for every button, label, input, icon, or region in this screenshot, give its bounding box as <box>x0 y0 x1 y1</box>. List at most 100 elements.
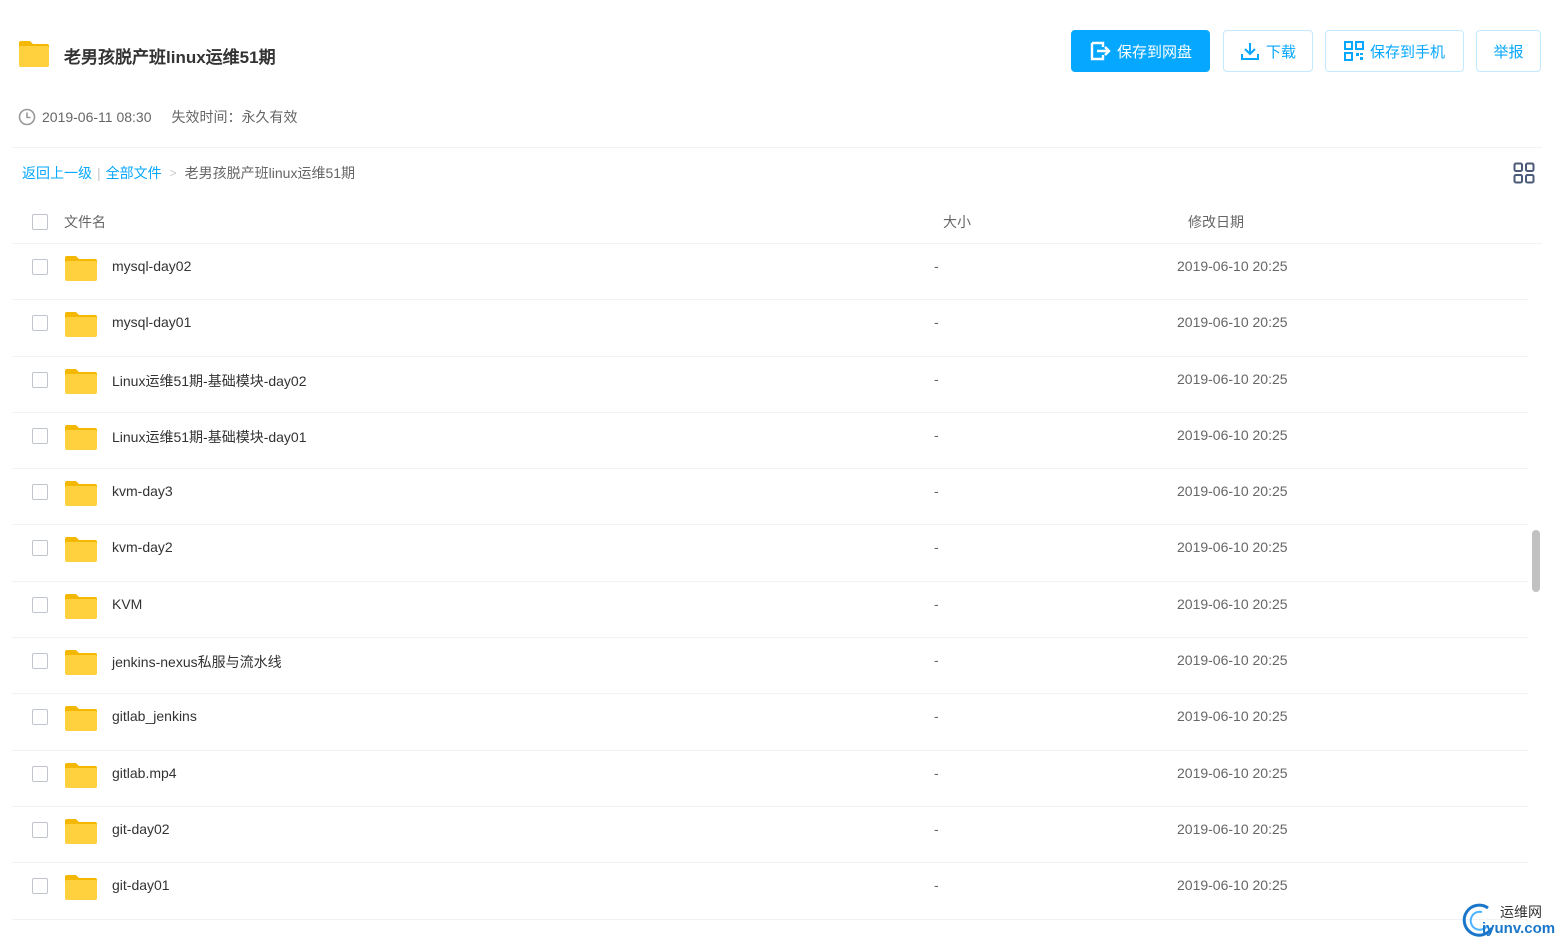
qr-code-icon <box>1343 41 1364 61</box>
breadcrumb: 返回上一级 | 全部文件 > 老男孩脱产班linux运维51期 <box>22 164 355 182</box>
row-checkbox[interactable] <box>32 540 48 557</box>
file-size: - <box>934 539 939 556</box>
file-size: - <box>934 595 939 612</box>
file-name[interactable]: gitlab.mp4 <box>112 765 177 781</box>
file-row[interactable]: Linux运维51期-基础模块-day02 - 2019-06-10 20:25 <box>12 357 1528 413</box>
file-date: 2019-06-10 20:25 <box>1177 539 1288 556</box>
scrollbar-thumb[interactable] <box>1532 530 1540 592</box>
file-date: 2019-06-10 20:25 <box>1177 877 1288 894</box>
file-size: - <box>934 877 939 894</box>
report-button[interactable]: 举报 <box>1476 30 1541 72</box>
file-name[interactable]: gitlab_jenkins <box>112 708 197 724</box>
expire-info: 失效时间：永久有效 <box>171 109 298 125</box>
file-date: 2019-06-10 20:25 <box>1177 483 1288 500</box>
file-date: 2019-06-10 20:25 <box>1177 764 1288 781</box>
file-row[interactable]: KVM - 2019-06-10 20:25 <box>12 582 1528 639</box>
file-name[interactable]: Linux运维51期-基础模块-day02 <box>112 371 307 391</box>
folder-icon <box>65 706 97 732</box>
file-row[interactable]: kvm-day3 - 2019-06-10 20:25 <box>12 469 1528 526</box>
share-meta: 2019-06-11 08:30 失效时间：永久有效 <box>18 108 298 126</box>
file-row[interactable]: jenkins-nexus私服与流水线 - 2019-06-10 20:25 <box>12 638 1528 695</box>
page-title: 老男孩脱产班linux运维51期 <box>64 48 276 67</box>
share-header: 老男孩脱产班linux运维51期 保存到网盘 下载 保存到手机 举报 <box>0 0 1562 100</box>
back-link[interactable]: 返回上一级 <box>22 163 92 183</box>
folder-icon <box>65 368 97 394</box>
watermark-text-bottom: iyunv.com <box>1482 920 1556 937</box>
row-checkbox[interactable] <box>32 484 48 501</box>
folder-icon <box>65 593 97 619</box>
watermark-logo: 运维网 iyunv.com <box>1458 898 1558 942</box>
row-checkbox[interactable] <box>32 315 48 332</box>
watermark-text-top: 运维网 <box>1500 904 1542 920</box>
file-size: - <box>934 820 939 837</box>
file-name[interactable]: kvm-day2 <box>112 539 173 555</box>
save-to-phone-button[interactable]: 保存到手机 <box>1325 30 1464 72</box>
file-list-header: 文件名 大小 修改日期 <box>12 200 1542 244</box>
folder-icon <box>65 762 97 788</box>
clock-icon <box>18 108 36 126</box>
file-name[interactable]: git-day01 <box>112 877 170 893</box>
file-size: - <box>934 426 939 443</box>
row-checkbox[interactable] <box>32 427 48 444</box>
file-size: - <box>934 370 939 387</box>
file-size: - <box>934 652 939 669</box>
row-checkbox[interactable] <box>32 878 48 895</box>
grid-view-icon[interactable] <box>1513 162 1535 184</box>
file-date: 2019-06-10 20:25 <box>1177 820 1288 837</box>
file-date: 2019-06-10 20:25 <box>1177 426 1288 443</box>
file-size: - <box>934 258 939 274</box>
column-header-size[interactable]: 大小 <box>943 212 971 232</box>
breadcrumb-arrow: > <box>169 166 177 180</box>
all-files-link[interactable]: 全部文件 <box>106 163 162 183</box>
file-row[interactable]: gitlab_jenkins - 2019-06-10 20:25 <box>12 694 1528 751</box>
file-row[interactable]: git-day01 - 2019-06-10 20:25 <box>12 863 1528 920</box>
folder-icon <box>19 41 49 67</box>
file-name[interactable]: mysql-day02 <box>112 258 191 274</box>
file-row[interactable]: git-day02 - 2019-06-10 20:25 <box>12 807 1528 864</box>
file-row[interactable]: mysql-day01 - 2019-06-10 20:25 <box>12 300 1528 357</box>
download-icon <box>1240 43 1259 60</box>
file-date: 2019-06-10 20:25 <box>1177 370 1288 387</box>
file-date: 2019-06-10 20:25 <box>1177 258 1288 274</box>
folder-icon <box>65 818 97 844</box>
save-to-disk-button[interactable]: 保存到网盘 <box>1071 30 1210 72</box>
file-row[interactable]: gitlab.mp4 - 2019-06-10 20:25 <box>12 751 1528 807</box>
file-row[interactable]: Linux运维51期-基础模块-day01 - 2019-06-10 20:25 <box>12 413 1528 470</box>
row-checkbox[interactable] <box>32 709 48 726</box>
download-label: 下载 <box>1265 43 1296 61</box>
row-checkbox[interactable] <box>32 371 48 388</box>
file-name[interactable]: git-day02 <box>112 821 170 837</box>
file-name[interactable]: KVM <box>112 596 142 612</box>
download-button[interactable]: 下载 <box>1223 30 1313 72</box>
folder-icon <box>65 650 97 676</box>
file-name[interactable]: jenkins-nexus私服与流水线 <box>112 652 282 672</box>
save-to-disk-label: 保存到网盘 <box>1116 43 1192 61</box>
share-time: 2019-06-11 08:30 <box>42 109 152 125</box>
file-date: 2019-06-10 20:25 <box>1177 708 1288 725</box>
row-checkbox[interactable] <box>32 765 48 782</box>
file-name[interactable]: mysql-day01 <box>112 314 191 330</box>
breadcrumb-separator: | <box>97 165 101 181</box>
row-checkbox[interactable] <box>32 653 48 670</box>
file-row[interactable]: kvm-day2 - 2019-06-10 20:25 <box>12 525 1528 582</box>
folder-icon <box>65 537 97 563</box>
folder-icon <box>65 875 97 901</box>
file-size: - <box>934 483 939 500</box>
row-checkbox[interactable] <box>32 596 48 613</box>
breadcrumb-current: 老男孩脱产班linux运维51期 <box>184 165 356 181</box>
file-row[interactable]: mysql-day02 - 2019-06-10 20:25 <box>12 244 1528 301</box>
column-header-date[interactable]: 修改日期 <box>1188 212 1244 232</box>
file-size: - <box>934 764 939 781</box>
column-header-name[interactable]: 文件名 <box>64 212 106 232</box>
file-date: 2019-06-10 20:25 <box>1177 595 1288 612</box>
select-all-checkbox[interactable] <box>32 214 48 230</box>
save-disk-icon <box>1090 41 1111 61</box>
row-checkbox[interactable] <box>32 821 48 838</box>
save-to-phone-label: 保存到手机 <box>1369 43 1445 61</box>
report-label: 举报 <box>1493 43 1524 61</box>
file-name[interactable]: Linux运维51期-基础模块-day01 <box>112 427 307 447</box>
file-size: - <box>934 314 939 331</box>
folder-icon <box>65 424 97 450</box>
file-name[interactable]: kvm-day3 <box>112 483 173 499</box>
row-checkbox[interactable] <box>32 259 48 275</box>
